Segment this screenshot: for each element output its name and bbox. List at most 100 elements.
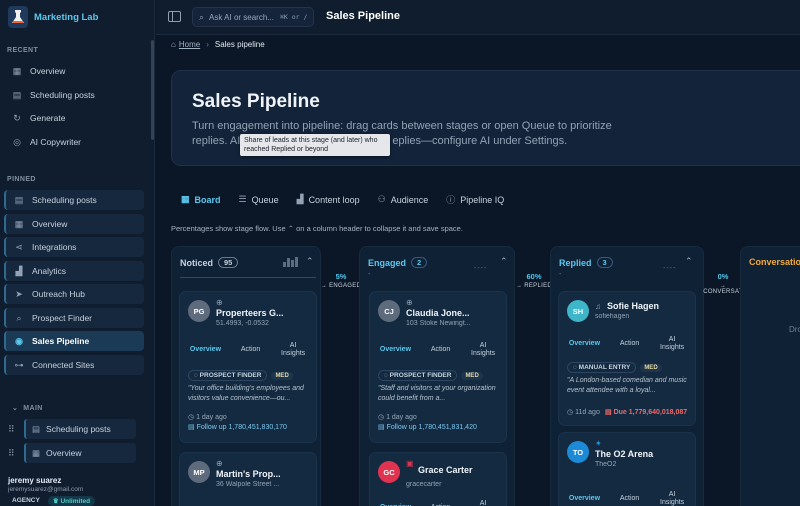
card-name: The O2 Arena (595, 449, 654, 459)
user-name: jeremy suarez (8, 476, 62, 485)
card-time-text: 1 day ago (196, 414, 227, 421)
card-tab-overview[interactable]: Overview (569, 495, 600, 503)
pinned-item-sales-pipeline[interactable]: ◉ Sales Pipeline (4, 331, 144, 351)
chevron-down-icon[interactable]: ⌄ (12, 405, 18, 412)
search-input[interactable]: ⌕ Ask AI or search... ⌘K or / (192, 7, 314, 27)
avatar: SH (567, 300, 589, 322)
nav-label: Scheduling posts (30, 90, 95, 100)
main-item-scheduling-posts[interactable]: ⠿ ▤ Scheduling posts (8, 419, 136, 439)
source-tag-text: PROSPECT FINDER (199, 372, 262, 379)
card-tab-overview[interactable]: Overview (569, 340, 600, 348)
pinned-item-connected-sites[interactable]: ⊶ Connected Sites (4, 355, 144, 375)
card-tab-ai-insights[interactable]: AI Insights (659, 491, 685, 506)
share-icon: ⋖ (15, 241, 23, 252)
lead-card-mp[interactable]: MP ⊕ Martin's Prop... 36 Walpole Street … (179, 452, 317, 506)
sidebar-scrollbar[interactable] (151, 40, 154, 140)
recent-item-generate[interactable]: ↻ Generate (4, 108, 144, 128)
tab-audience[interactable]: ⚇ Audience (378, 194, 429, 205)
tier-text: Unlimited (60, 498, 91, 505)
pinned-item-prospect-finder[interactable]: ⌕ Prospect Finder (4, 308, 144, 328)
card-follow-text: Follow up 1,780,451,831,420 (386, 424, 477, 431)
card-time-text: 11d ago (575, 409, 600, 416)
main-item-body[interactable]: ▦ Overview (24, 443, 136, 463)
card-tab-action[interactable]: Action (241, 346, 260, 354)
chart-icon: ▟ (15, 265, 23, 276)
card-name: Claudia Jone... (406, 308, 470, 318)
card-name: Grace Carter (418, 465, 473, 475)
send-icon: ➤ (15, 288, 23, 299)
column-title: Engaged (368, 257, 407, 268)
topbar: ⌕ Ask AI or search... ⌘K or / (156, 0, 800, 35)
nav-label: Outreach Hub (32, 289, 85, 299)
card-tab-ai-insights[interactable]: AI Insights (280, 342, 306, 358)
connector-label: → REPLIED (515, 283, 553, 289)
avatar: CJ (378, 300, 400, 322)
main-item-overview[interactable]: ⠿ ▦ Overview (8, 443, 136, 463)
breadcrumb-home-link[interactable]: Home (179, 40, 200, 49)
calendar-icon: ▤ (14, 194, 24, 205)
tab-board[interactable]: ▦ Board (181, 194, 221, 205)
lead-card-cj[interactable]: CJ ⊕ Claudia Jone... 103 Stoke Newingt..… (369, 291, 507, 443)
drag-handle-icon[interactable]: ⠿ (8, 424, 18, 435)
pinned-item-scheduling-posts[interactable]: ▤ Scheduling posts (4, 190, 144, 210)
card-tab-ai-insights[interactable]: AI Insights (470, 342, 496, 358)
card-due-text: Due 1,779,640,018,087 (613, 409, 688, 416)
bar-mini (283, 262, 286, 267)
pinned-item-integrations[interactable]: ⋖ Integrations (4, 237, 144, 257)
nav-label: Scheduling posts (46, 424, 111, 434)
card-tab-action[interactable]: Action (620, 340, 639, 348)
column-dash-indicator: ---- (663, 265, 677, 272)
tier-badge: ♛ Unlimited (47, 496, 96, 506)
collapse-chevron-icon[interactable]: ⌃ (685, 256, 693, 267)
drag-handle-icon[interactable]: ⠿ (8, 448, 18, 459)
globe-icon: ⊕ (216, 298, 223, 307)
card-tab-overview[interactable]: Overview (190, 346, 221, 354)
recent-item-overview[interactable]: ▦ Overview (4, 61, 144, 81)
recent-item-scheduling-posts[interactable]: ▤ Scheduling posts (4, 85, 144, 105)
lead-card-gc[interactable]: GC ▣ Grace Carter gracecarter Overview A… (369, 452, 507, 506)
column-sub: - (559, 271, 562, 278)
sidebar-toggle-icon[interactable] (168, 11, 181, 22)
card-tab-action[interactable]: Action (620, 495, 639, 503)
collapse-chevron-icon[interactable]: ⌃ (306, 256, 314, 267)
column-header[interactable]: Noticed 95 (180, 257, 239, 268)
pinned-item-overview[interactable]: ▦ Overview (4, 214, 144, 234)
brand[interactable]: Marketing Lab (8, 6, 98, 28)
chart-icon: ▟ (296, 194, 304, 204)
search-shortcut: ⌘K or / (279, 13, 308, 21)
user-profile[interactable]: jeremy suarez jeremysuarez@gmail.com AGE… (8, 476, 148, 506)
card-tab-ai-insights[interactable]: AI Insights (659, 336, 685, 352)
connector-pct: 5% (335, 272, 347, 281)
column-header[interactable]: Replied 3 (559, 257, 613, 268)
card-tab-overview[interactable]: Overview (380, 346, 411, 354)
tab-queue[interactable]: ☰ Queue (239, 194, 279, 205)
hero-description-line2b: eplies—configure AI under Settings. (392, 135, 568, 147)
column-title: Noticed (180, 257, 214, 268)
breadcrumb: ⌂ Home › Sales pipeline (171, 40, 265, 49)
card-tab-ai-insights[interactable]: AI Insights (470, 500, 496, 506)
connector-replied: 60% → REPLIED (514, 272, 554, 289)
tab-content-loop[interactable]: ▟ Content loop (297, 194, 360, 205)
main-item-body[interactable]: ▤ Scheduling posts (24, 419, 136, 439)
pinned-section-label: PINNED (7, 176, 36, 183)
card-tab-action[interactable]: Action (431, 346, 450, 354)
priority-badge: MED (640, 363, 662, 372)
tab-pipeline-iq[interactable]: ⓘ Pipeline IQ (446, 193, 504, 206)
board-icon: ▦ (181, 194, 190, 204)
lead-card-pg[interactable]: PG ⊕ Properteers G... 51.4993, -0.0532 O… (179, 291, 317, 443)
card-sub: 103 Stoke Newingt... (406, 320, 471, 327)
lead-card-sh[interactable]: SH ♫ Sofie Hagen sofiehagen Overview Act… (558, 291, 696, 426)
column-header[interactable]: Conversatio (749, 257, 800, 267)
pinned-item-outreach-hub[interactable]: ➤ Outreach Hub (4, 284, 144, 304)
column-header[interactable]: Engaged 2 (368, 257, 428, 268)
lead-card-to[interactable]: TO ✦ The O2 Arena TheO2 Overview Action … (558, 432, 696, 506)
recent-item-ai-copywriter[interactable]: ◎ AI Copywriter (4, 132, 144, 152)
nav-label: AI Copywriter (30, 137, 82, 147)
pinned-item-analytics[interactable]: ▟ Analytics (4, 261, 144, 281)
card-time-text: 1 day ago (386, 414, 417, 421)
nav-label: Integrations (32, 242, 77, 252)
globe-icon: ⊕ (406, 298, 413, 307)
collapse-chevron-icon[interactable]: ⌃ (500, 256, 508, 267)
main-label-text: MAIN (23, 405, 43, 412)
column-conversation: Conversatio Dro (740, 246, 800, 506)
